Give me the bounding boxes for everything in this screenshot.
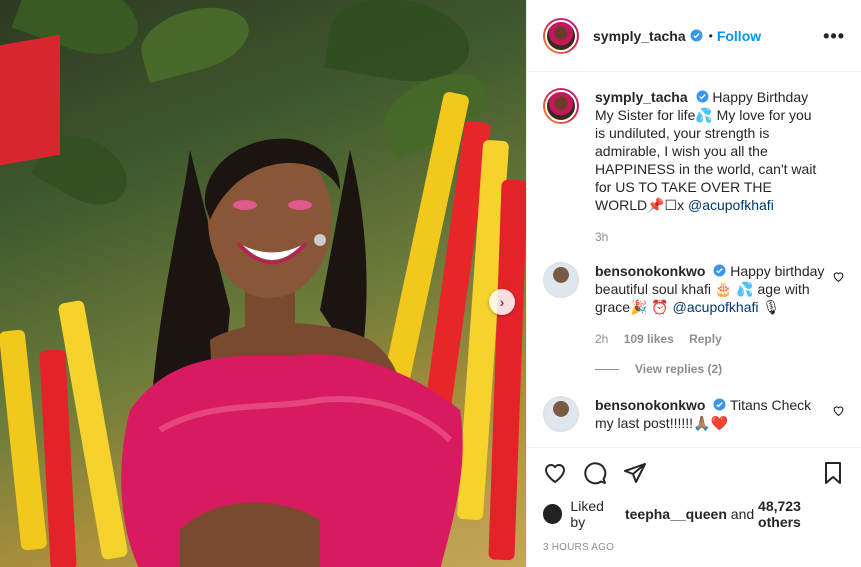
- comment-body: bensonokonkwo Titans Check my last post!…: [595, 396, 825, 432]
- comment-item: bensonokonkwo Happy birthday beautiful s…: [543, 262, 845, 348]
- verified-badge-icon: [690, 29, 703, 42]
- comment-like-heart-icon[interactable]: [832, 404, 845, 417]
- divider-line: [595, 368, 619, 370]
- caption-meta: 3h: [595, 228, 825, 246]
- comments-list[interactable]: symply_tacha Happy Birthday My Sister fo…: [527, 72, 861, 447]
- caption-text: Happy Birthday My Sister for life💦 My lo…: [595, 89, 817, 213]
- post-header: symply_tacha • Follow •••: [527, 0, 861, 72]
- liked-by-and: and: [730, 506, 755, 522]
- leaf-shape: [134, 0, 256, 84]
- posted-timestamp[interactable]: 3 HOURS AGO: [543, 542, 845, 553]
- next-photo-button[interactable]: ›: [489, 289, 515, 315]
- comment-text-suffix: 🎙: [758, 299, 781, 315]
- person-figure: [121, 138, 463, 567]
- red-flag: [0, 34, 60, 166]
- reply-button[interactable]: Reply: [689, 332, 722, 346]
- more-options-icon[interactable]: •••: [823, 26, 845, 47]
- post-details-pane: symply_tacha • Follow ••• symply_tacha H…: [526, 0, 861, 567]
- comment-item: bensonokonkwo Titans Check my last post!…: [543, 396, 845, 432]
- comment-bubble-icon[interactable]: [583, 461, 607, 485]
- verified-badge-icon: [713, 398, 726, 411]
- caption-body: symply_tacha Happy Birthday My Sister fo…: [595, 88, 825, 246]
- like-heart-icon[interactable]: [543, 461, 567, 485]
- comment-likes-count[interactable]: 109 likes: [624, 332, 674, 346]
- comment-like-heart-icon[interactable]: [832, 270, 845, 283]
- commenter-avatar[interactable]: [543, 396, 579, 432]
- action-icons: [543, 458, 845, 488]
- author-avatar[interactable]: [543, 17, 579, 54]
- avatar-image: [545, 19, 577, 52]
- view-replies-label: View replies (2): [635, 362, 723, 376]
- caption-mention-link[interactable]: @acupofkhafi: [688, 197, 774, 213]
- follow-button[interactable]: Follow: [717, 28, 761, 44]
- post-actions: Liked by teepha__queen and 48,723 others…: [527, 447, 861, 567]
- avatar-image: [545, 90, 577, 122]
- comment-time[interactable]: 2h: [595, 332, 608, 346]
- commenter-avatar[interactable]: [543, 262, 579, 298]
- commenter-username[interactable]: bensonokonkwo: [595, 263, 705, 279]
- liker-avatar[interactable]: [543, 504, 563, 524]
- comment-meta: 2h 109 likes Reply: [595, 330, 825, 348]
- comment-mention-link[interactable]: @acupofkhafi: [673, 299, 759, 315]
- likes-count-link[interactable]: 48,723 others: [758, 498, 845, 530]
- save-bookmark-icon[interactable]: [821, 461, 845, 485]
- liked-by-prefix: Liked by: [570, 498, 604, 530]
- comment-body: bensonokonkwo Happy birthday beautiful s…: [595, 262, 825, 348]
- post-modal: › symply_tacha • Follow ••• symply_tacha…: [0, 0, 861, 567]
- liker-username[interactable]: teepha__queen: [625, 506, 727, 522]
- separator-dot: •: [708, 28, 713, 43]
- post-photo[interactable]: ›: [0, 0, 526, 567]
- caption: symply_tacha Happy Birthday My Sister fo…: [543, 88, 845, 246]
- verified-badge-icon: [713, 264, 726, 277]
- view-replies-button[interactable]: View replies (2): [595, 362, 845, 376]
- author-username[interactable]: symply_tacha: [593, 28, 686, 44]
- commenter-username[interactable]: bensonokonkwo: [595, 397, 705, 413]
- liked-by-summary: Liked by teepha__queen and 48,723 others: [543, 498, 845, 530]
- share-send-icon[interactable]: [623, 461, 647, 485]
- verified-badge-icon: [696, 90, 708, 103]
- caption-username[interactable]: symply_tacha: [595, 89, 688, 105]
- caption-time[interactable]: 3h: [595, 230, 608, 244]
- caption-avatar[interactable]: [543, 88, 579, 124]
